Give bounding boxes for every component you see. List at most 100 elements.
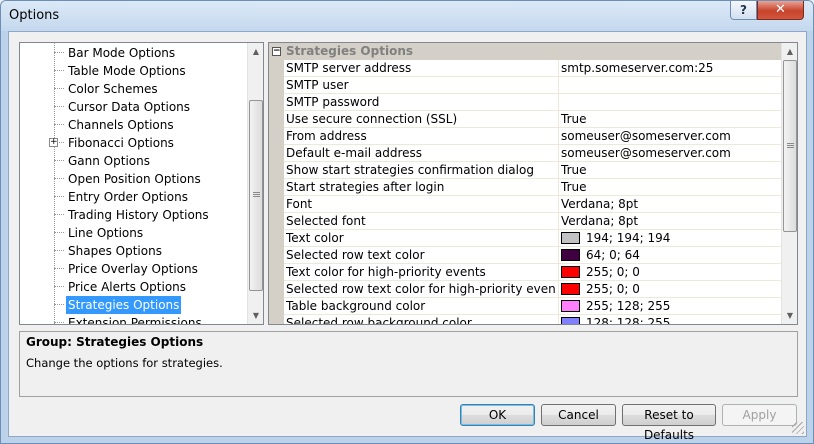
property-value[interactable]: True [561,111,781,127]
property-value[interactable]: 128; 128; 255 [561,315,781,325]
reset-to-defaults-button[interactable]: Reset to Defaults [622,404,716,442]
property-group-header[interactable]: − Strategies Options [269,43,781,60]
property-value[interactable]: 255; 0; 0 [561,264,781,280]
tree-scrollbar[interactable]: ▲ ▼ [247,43,263,324]
tree-item[interactable]: Strategies Options [20,296,240,314]
cancel-button[interactable]: Cancel [541,404,616,426]
property-row[interactable]: From address someuser@someserver.com [284,128,781,145]
tree-item-label: Open Position Options [68,172,201,186]
tree-item[interactable]: Table Mode Options [20,62,240,80]
column-divider[interactable] [558,213,559,230]
help-button[interactable]: ? [730,1,757,20]
color-value-text: 255; 0; 0 [586,282,640,296]
column-divider[interactable] [558,111,559,128]
property-value[interactable]: True [561,179,781,195]
column-divider[interactable] [558,60,559,77]
column-divider[interactable] [558,77,559,94]
property-row[interactable]: Text color for high-priority events 255; … [284,264,781,281]
property-name: Selected row text color [286,248,425,262]
collapse-icon[interactable]: − [272,47,281,56]
tree-connector [54,322,64,323]
tree-item-label: Price Alerts Options [68,280,187,294]
property-row[interactable]: SMTP password [284,94,781,111]
dialog-body: Bar Mode Options Table Mode Options Color … [8,31,807,442]
tree-item[interactable]: Price Overlay Options [20,260,240,278]
property-value[interactable]: Verdana; 8pt [561,196,781,212]
column-divider[interactable] [558,162,559,179]
property-value[interactable]: 255; 0; 0 [561,281,781,297]
property-name: SMTP password [286,95,380,109]
column-divider[interactable] [558,145,559,162]
tree-scroll-thumb[interactable] [249,100,263,291]
color-value-text: 255; 128; 255 [586,299,671,313]
resize-grip-icon[interactable] [792,422,804,434]
property-row[interactable]: Start strategies after login True [284,179,781,196]
property-row[interactable]: Selected row text color 64; 0; 64 [284,247,781,264]
expand-icon[interactable]: + [49,138,58,147]
ok-button[interactable]: OK [460,404,535,426]
column-divider[interactable] [558,315,559,324]
property-row[interactable]: Default e-mail address someuser@someserve… [284,145,781,162]
property-row[interactable]: Font Verdana; 8pt [284,196,781,213]
property-row[interactable]: Selected row text color for high-priorit… [284,281,781,298]
tree-connector [54,124,64,125]
column-divider[interactable] [558,264,559,281]
property-row[interactable]: Show start strategies confirmation dialo… [284,162,781,179]
property-value[interactable]: someuser@someserver.com [561,128,781,144]
property-value[interactable]: 64; 0; 64 [561,247,781,263]
property-row[interactable]: Table background color 255; 128; 255 [284,298,781,315]
property-row[interactable]: Text color 194; 194; 194 [284,230,781,247]
scroll-down-icon[interactable]: ▼ [248,307,263,324]
close-button[interactable]: ✕ [757,1,804,20]
tree-item[interactable]: Color Schemes [20,80,240,98]
tree-item[interactable]: Entry Order Options [20,188,240,206]
title-bar[interactable]: Options ? ✕ [1,1,813,31]
tree-item[interactable]: + Fibonacci Options [20,134,240,152]
tree-connector [54,160,64,161]
tree-item-label: Bar Mode Options [68,46,176,60]
column-divider[interactable] [558,196,559,213]
grid-margin [269,43,284,324]
tree-item[interactable]: Channels Options [20,116,240,134]
tree-connector [54,250,64,251]
tree-item[interactable]: Open Position Options [20,170,240,188]
property-row[interactable]: SMTP user [284,77,781,94]
property-value[interactable]: someuser@someserver.com [561,145,781,161]
property-value[interactable]: True [561,162,781,178]
color-value-text: 128; 128; 255 [586,316,671,325]
column-divider[interactable] [558,247,559,264]
property-row[interactable]: Selected font Verdana; 8pt [284,213,781,230]
property-value[interactable]: 255; 128; 255 [561,298,781,314]
property-row[interactable]: Use secure connection (SSL) True [284,111,781,128]
column-divider[interactable] [558,94,559,111]
tree-item-label: Trading History Options [68,208,209,222]
tree-item[interactable]: Cursor Data Options [20,98,240,116]
tree-item[interactable]: Shapes Options [20,242,240,260]
property-value[interactable]: Verdana; 8pt [561,213,781,229]
tree-item-label: Entry Order Options [68,190,188,204]
tree-item[interactable]: Gann Options [20,152,240,170]
tree-connector [54,178,64,179]
tree-item[interactable]: Price Alerts Options [20,278,240,296]
property-value[interactable]: 194; 194; 194 [561,230,781,246]
column-divider[interactable] [558,298,559,315]
column-divider[interactable] [558,128,559,145]
tree-item[interactable]: Bar Mode Options [20,44,240,62]
property-row[interactable]: SMTP server address smtp.someserver.com:2… [284,60,781,77]
property-row[interactable]: Selected row background color 128; 128; 2… [284,315,781,325]
scroll-down-icon[interactable]: ▼ [782,307,797,324]
scroll-up-icon[interactable]: ▲ [782,43,797,60]
property-name: SMTP server address [286,61,412,75]
tree-item[interactable]: Extension Permissions [20,314,240,324]
column-divider[interactable] [558,281,559,298]
column-divider[interactable] [558,179,559,196]
property-value[interactable]: smtp.someserver.com:25 [561,60,781,76]
column-divider[interactable] [558,230,559,247]
tree-item[interactable]: Trading History Options [20,206,240,224]
tree-item[interactable]: Line Options [20,224,240,242]
grid-scroll-thumb[interactable] [783,60,797,232]
apply-button[interactable]: Apply [722,404,797,426]
scroll-up-icon[interactable]: ▲ [248,43,263,60]
grid-scrollbar[interactable]: ▲ ▼ [781,43,797,324]
tree-item-label: Channels Options [68,118,174,132]
